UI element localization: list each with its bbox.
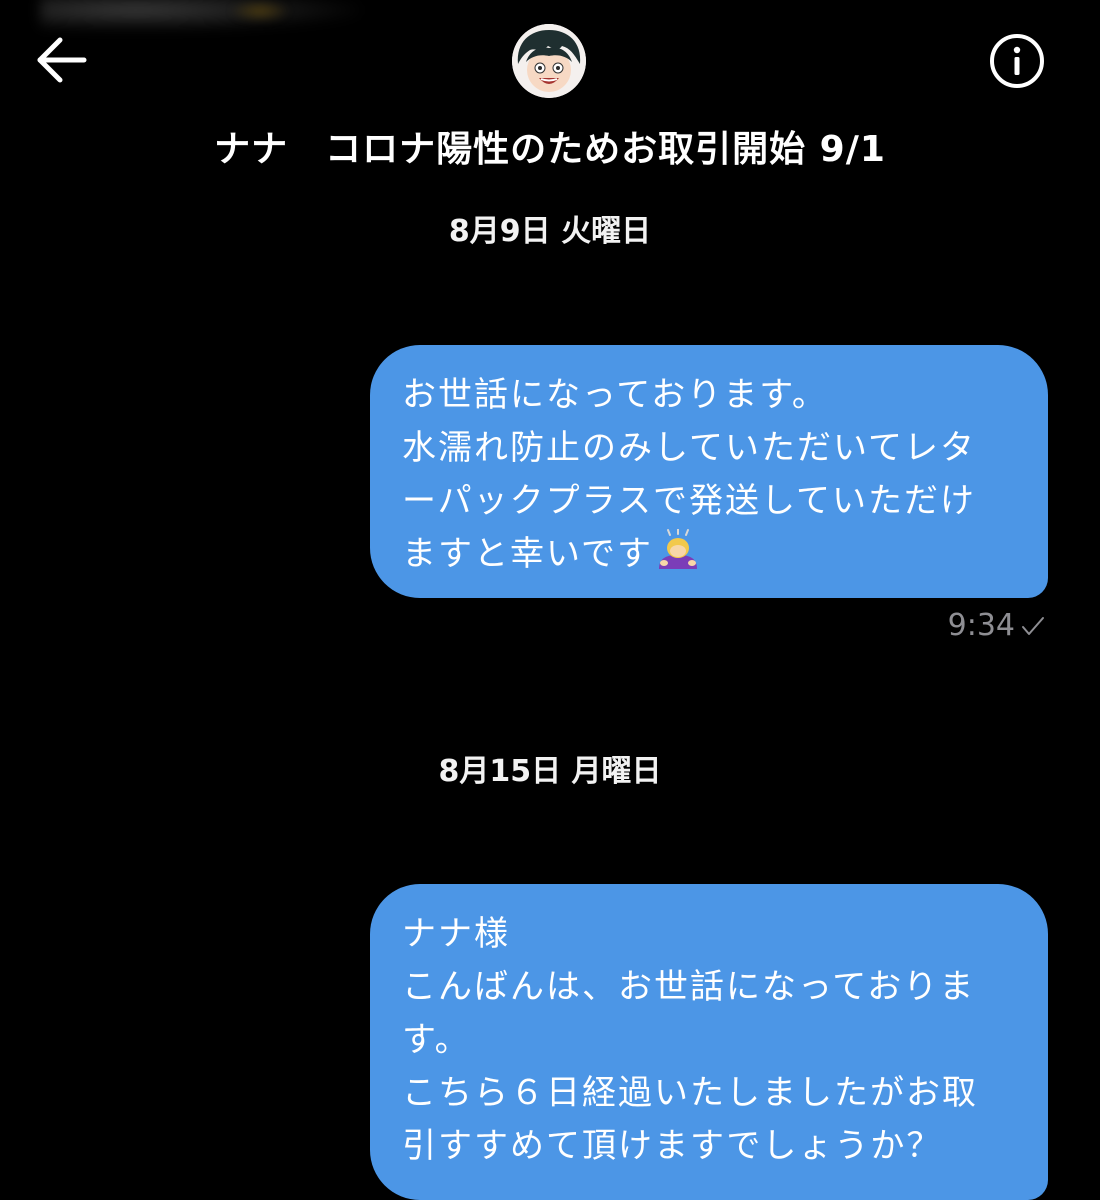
cartoon-boy-avatar-icon (512, 24, 586, 98)
message-line: お世話になっております。 (402, 375, 828, 415)
checkmark-icon (1022, 616, 1044, 635)
conversation-title: ナナ コロナ陽性のためお取引開始 9/1 (214, 129, 886, 170)
outgoing-message-bubble[interactable]: お世話になっております。 水濡れ防止のみしていただいてレタ ーパックプラスで発送… (370, 345, 1048, 598)
outgoing-message-bubble[interactable]: ナナ様 こんばんは、お世話になっておりま す。 こちら６日経過いたしましたがお取… (370, 884, 1048, 1200)
info-button[interactable] (988, 32, 1046, 90)
back-button[interactable] (30, 30, 94, 90)
avatar[interactable] (512, 24, 586, 98)
arrow-left-icon (37, 37, 87, 83)
message-line: こんばんは、お世話になっておりま (402, 967, 976, 1007)
date-separator: 8月9日 火曜日 (448, 214, 652, 249)
message-line: 引すすめて頂けますでしょうか？ (402, 1126, 943, 1166)
person-bowing-emoji-icon (655, 528, 701, 587)
info-circle-icon (990, 34, 1044, 88)
message-line: す。 (402, 1020, 471, 1060)
message-line: こちら６日経過いたしましたがお取 (402, 1073, 978, 1113)
timestamp-text: 9:34 (947, 608, 1015, 643)
message-line: ーパックプラスで発送していただけ (402, 481, 976, 521)
blurred-status-bar-detail (230, 0, 290, 22)
message-timestamp: 9:34 (948, 608, 1045, 643)
message-line: ますと幸いです (402, 534, 653, 574)
date-separator: 8月15日 月曜日 (438, 754, 662, 789)
message-line: ナナ様 (402, 914, 510, 954)
message-line: 水濡れ防止のみしていただいてレタ (402, 428, 976, 468)
blurred-status-bar (40, 0, 360, 30)
